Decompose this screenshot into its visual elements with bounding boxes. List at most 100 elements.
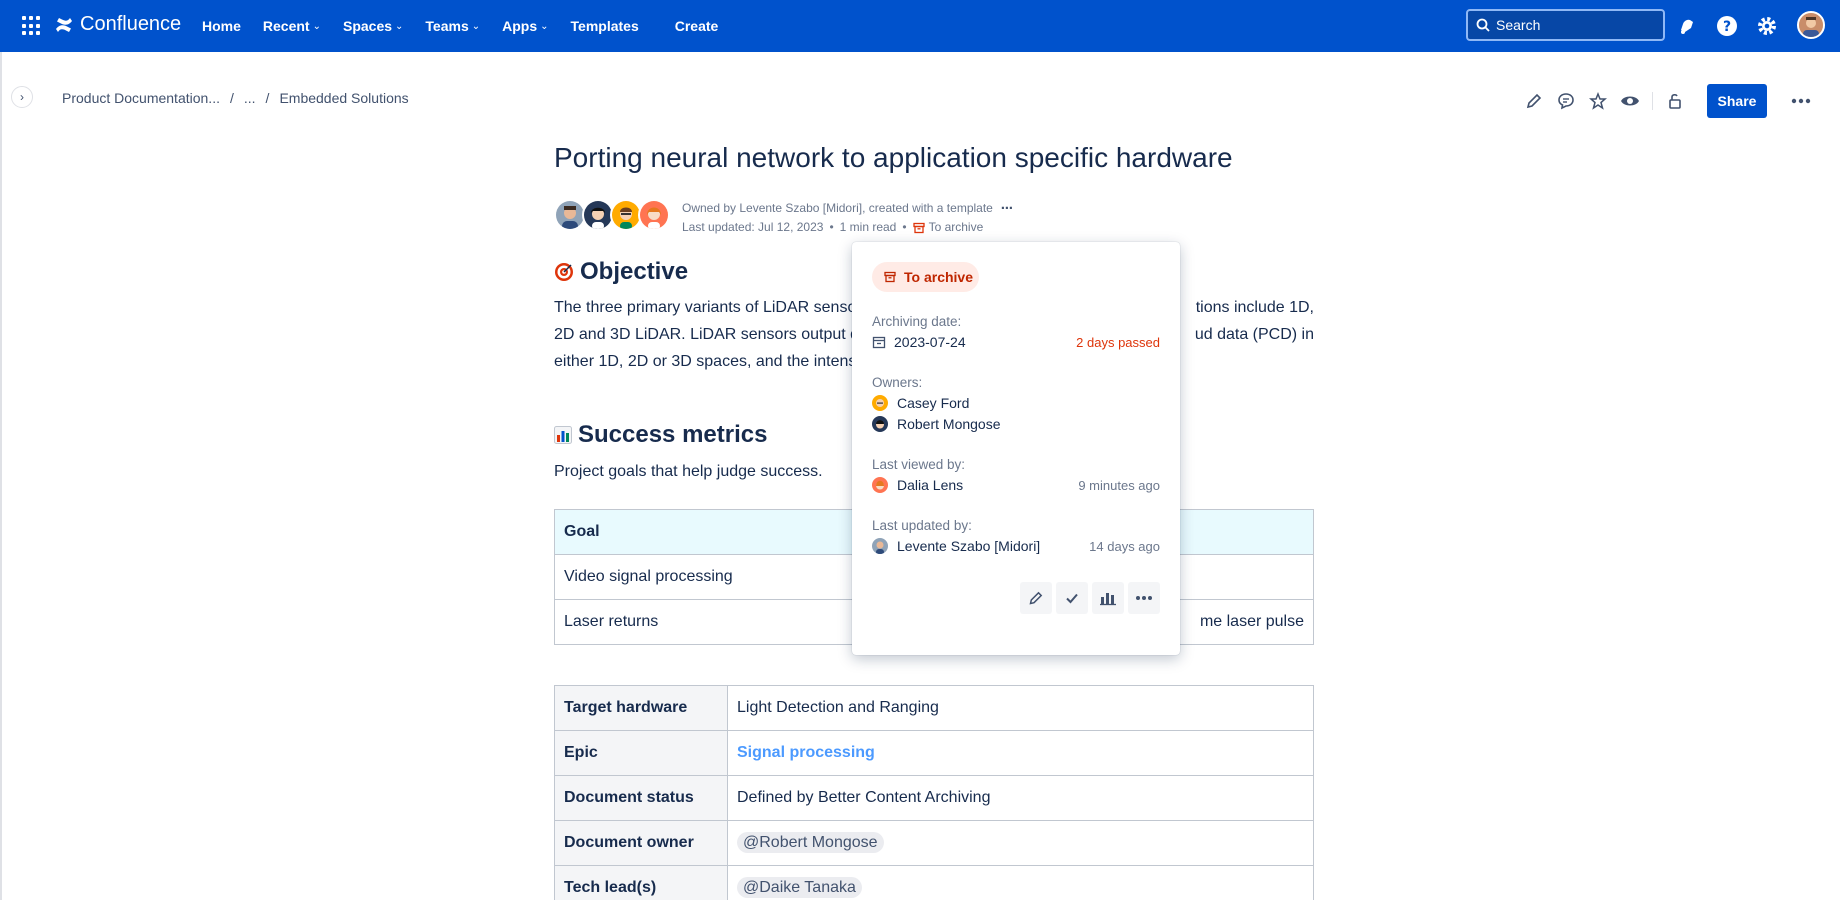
app-switcher-icon[interactable] [22, 16, 42, 36]
epic-link[interactable]: Signal processing [737, 744, 875, 761]
text-line: tions include 1D, [1195, 299, 1314, 316]
chart-icon[interactable] [1092, 582, 1124, 614]
owner-text[interactable]: Owned by Levente Szabo [Midori], created… [682, 199, 993, 218]
archive-info-popup: To archive Archiving date: 2023-07-24 2 … [852, 242, 1180, 655]
page-byline: Owned by Levente Szabo [Midori], created… [554, 199, 1013, 237]
text-line: either 1D, 2D or 3D spaces, and the inte… [554, 353, 860, 370]
table-row: Target hardware Light Detection and Rang… [554, 685, 1314, 731]
nav-spaces[interactable]: Spaces ⌄ [343, 18, 403, 34]
nav-recent[interactable]: Recent ⌄ [263, 18, 321, 34]
last-viewed-row[interactable]: Dalia Lens 9 minutes ago [872, 477, 1160, 493]
profile-avatar[interactable] [1797, 11, 1825, 39]
avatar[interactable] [638, 199, 670, 231]
last-viewed-name: Dalia Lens [897, 477, 964, 493]
check-icon[interactable] [1056, 582, 1088, 614]
table-row: Document owner @Robert Mongose [554, 820, 1314, 866]
owner-name: Robert Mongose [897, 416, 1001, 432]
chevron-down-icon: ⌄ [471, 20, 481, 32]
bullet: • [902, 220, 907, 234]
archive-status-link[interactable]: To archive [912, 218, 984, 237]
page-meta: Owned by Levente Szabo [Midori], created… [682, 199, 1013, 237]
help-icon[interactable]: ? [1714, 13, 1740, 39]
comment-icon[interactable] [1550, 85, 1582, 117]
text-line: 2D and 3D LiDAR. LiDAR sensors output da [554, 326, 868, 343]
nav-apps[interactable]: Apps ⌄ [502, 18, 548, 34]
owner-row[interactable]: Robert Mongose [872, 416, 1160, 432]
nav-home[interactable]: Home [202, 18, 241, 34]
nav-teams[interactable]: Teams ⌄ [425, 18, 480, 34]
status-label: To archive [904, 269, 973, 285]
success-metrics-heading: Success metrics [554, 421, 767, 449]
breadcrumb-parent[interactable]: Embedded Solutions [279, 90, 408, 106]
chevron-down-icon: ⌄ [312, 20, 321, 32]
confluence-logo-icon [56, 17, 72, 32]
avatar [872, 477, 888, 493]
calendar-icon [872, 335, 886, 349]
bullet: • [829, 220, 834, 234]
edit-icon[interactable] [1518, 85, 1550, 117]
property-key: Document owner [554, 820, 728, 866]
nav-templates[interactable]: Templates [571, 18, 639, 34]
nav-label: Apps [502, 18, 538, 34]
star-icon[interactable] [1582, 85, 1614, 117]
breadcrumb-separator: / [265, 90, 270, 106]
logo-text: Confluence [80, 13, 182, 35]
archiving-date-row: 2023-07-24 2 days passed [872, 334, 1160, 350]
archive-status-label: To archive [928, 220, 984, 234]
contributors-avatars[interactable] [554, 199, 670, 237]
user-mention[interactable]: @Daike Tanaka [737, 877, 862, 898]
table-row: Tech lead(s) @Daike Tanaka [554, 865, 1314, 900]
status-badge: To archive [872, 262, 979, 292]
owner-name: Casey Ford [897, 395, 970, 411]
property-value[interactable]: Light Detection and Ranging [727, 685, 1314, 731]
main-nav: Home Recent ⌄ Spaces ⌄ Teams ⌄ Apps ⌄ Templa… [202, 0, 718, 52]
property-key: Target hardware [554, 685, 728, 731]
property-value[interactable]: @Robert Mongose [727, 820, 1314, 866]
more-icon[interactable]: ⋯ [1001, 199, 1013, 218]
last-updated-text: Last updated: Jul 12, 2023 [682, 220, 824, 234]
properties-table: Target hardware Light Detection and Rang… [554, 685, 1314, 900]
share-button[interactable]: Share [1707, 84, 1767, 118]
table-row: Document status Defined by Better Conten… [554, 775, 1314, 821]
property-value[interactable]: @Daike Tanaka [727, 865, 1314, 900]
last-updated-row[interactable]: Levente Szabo [Midori] 14 days ago [872, 538, 1160, 554]
edit-icon[interactable] [1020, 582, 1052, 614]
target-icon [554, 262, 574, 282]
more-icon[interactable] [1128, 582, 1160, 614]
avatar [872, 538, 888, 554]
breadcrumb-separator: / [229, 90, 234, 106]
archiving-note: 2 days passed [1076, 334, 1160, 350]
page-title: Porting neural network to application sp… [554, 142, 1233, 173]
archiving-date-label: Archiving date: [872, 314, 962, 329]
svg-text:?: ? [1723, 19, 1731, 35]
settings-icon[interactable] [1754, 13, 1780, 39]
property-key: Document status [554, 775, 728, 821]
last-viewed-label: Last viewed by: [872, 457, 966, 472]
property-value[interactable]: Defined by Better Content Archiving [727, 775, 1314, 821]
sidebar-rail [0, 52, 2, 900]
create-button[interactable]: Create [675, 18, 719, 34]
objective-title: Objective [580, 258, 689, 285]
nav-label: Recent [262, 18, 310, 34]
cell-text-trailing: me laser pulse [1199, 613, 1304, 630]
notifications-icon[interactable] [1674, 13, 1700, 39]
restrictions-icon[interactable] [1659, 85, 1691, 117]
user-mention[interactable]: @Robert Mongose [737, 832, 884, 853]
search-box[interactable] [1466, 9, 1665, 41]
watch-icon[interactable] [1614, 85, 1646, 117]
last-viewed-time: 9 minutes ago [1078, 477, 1160, 493]
more-actions-icon[interactable] [1785, 85, 1817, 117]
breadcrumb-space[interactable]: Product Documentation... [62, 90, 220, 106]
owner-row[interactable]: Casey Ford [872, 395, 1160, 411]
nav-label: Templates [570, 18, 639, 34]
page-actions: Share [1518, 84, 1817, 118]
property-value[interactable]: Signal processing [727, 730, 1314, 776]
avatar [872, 416, 888, 432]
expand-sidebar-button[interactable]: › [11, 86, 33, 108]
breadcrumb-ellipsis[interactable]: ... [244, 90, 256, 106]
confluence-logo[interactable]: Confluence [54, 13, 181, 36]
search-input[interactable] [1496, 17, 1656, 33]
search-icon [1476, 18, 1490, 32]
chevron-down-icon: ⌄ [540, 20, 549, 32]
archive-icon [884, 271, 896, 283]
